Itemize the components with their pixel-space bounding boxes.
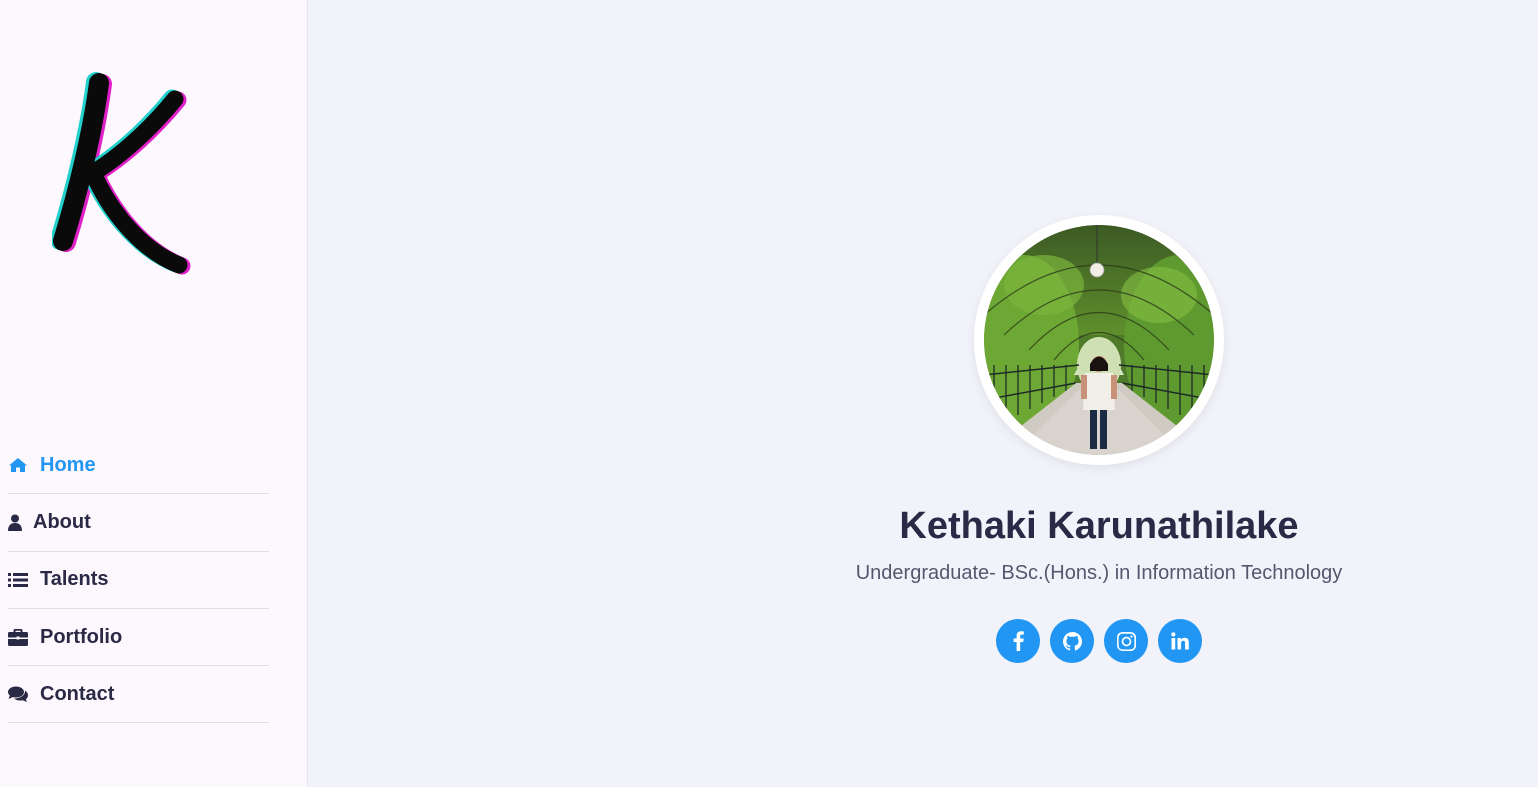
- linkedin-link[interactable]: [1158, 619, 1202, 663]
- facebook-link[interactable]: [996, 619, 1040, 663]
- instagram-icon: [1116, 631, 1136, 651]
- nav-item-talents[interactable]: Talents: [8, 552, 269, 609]
- nav-label-portfolio: Portfolio: [40, 625, 123, 648]
- k-logo-icon: [50, 72, 191, 275]
- sidebar-nav: Home About Talents Portfolio Contact: [8, 437, 269, 724]
- avatar: [984, 225, 1214, 455]
- facebook-icon: [1013, 631, 1024, 651]
- nav-label-home: Home: [40, 453, 96, 476]
- profile-subtitle: Undergraduate- BSc.(Hons.) in Informatio…: [855, 562, 1343, 584]
- list-icon: [8, 570, 28, 590]
- main-content: Kethaki Karunathilake Undergraduate- BSc…: [308, 0, 1538, 787]
- nav-label-contact: Contact: [40, 682, 115, 705]
- social-links: [996, 619, 1202, 663]
- linkedin-icon: [1171, 632, 1189, 650]
- home-icon: [8, 455, 28, 475]
- avatar-frame: [974, 215, 1224, 465]
- nav-label-about: About: [33, 510, 91, 533]
- briefcase-icon: [8, 627, 28, 647]
- nav-label-talents: Talents: [40, 568, 109, 591]
- nav-item-home[interactable]: Home: [8, 437, 269, 495]
- nav-item-contact[interactable]: Contact: [8, 666, 269, 724]
- brand-logo[interactable]: [50, 70, 202, 285]
- instagram-link[interactable]: [1104, 619, 1148, 663]
- sidebar: Home About Talents Portfolio Contact: [0, 0, 308, 787]
- github-icon: [1062, 631, 1082, 651]
- chat-icon: [8, 684, 28, 704]
- nav-item-about[interactable]: About: [8, 494, 269, 552]
- github-link[interactable]: [1050, 619, 1094, 663]
- user-icon: [8, 512, 22, 532]
- profile-name: Kethaki Karunathilake: [899, 505, 1299, 547]
- nav-item-portfolio[interactable]: Portfolio: [8, 609, 269, 667]
